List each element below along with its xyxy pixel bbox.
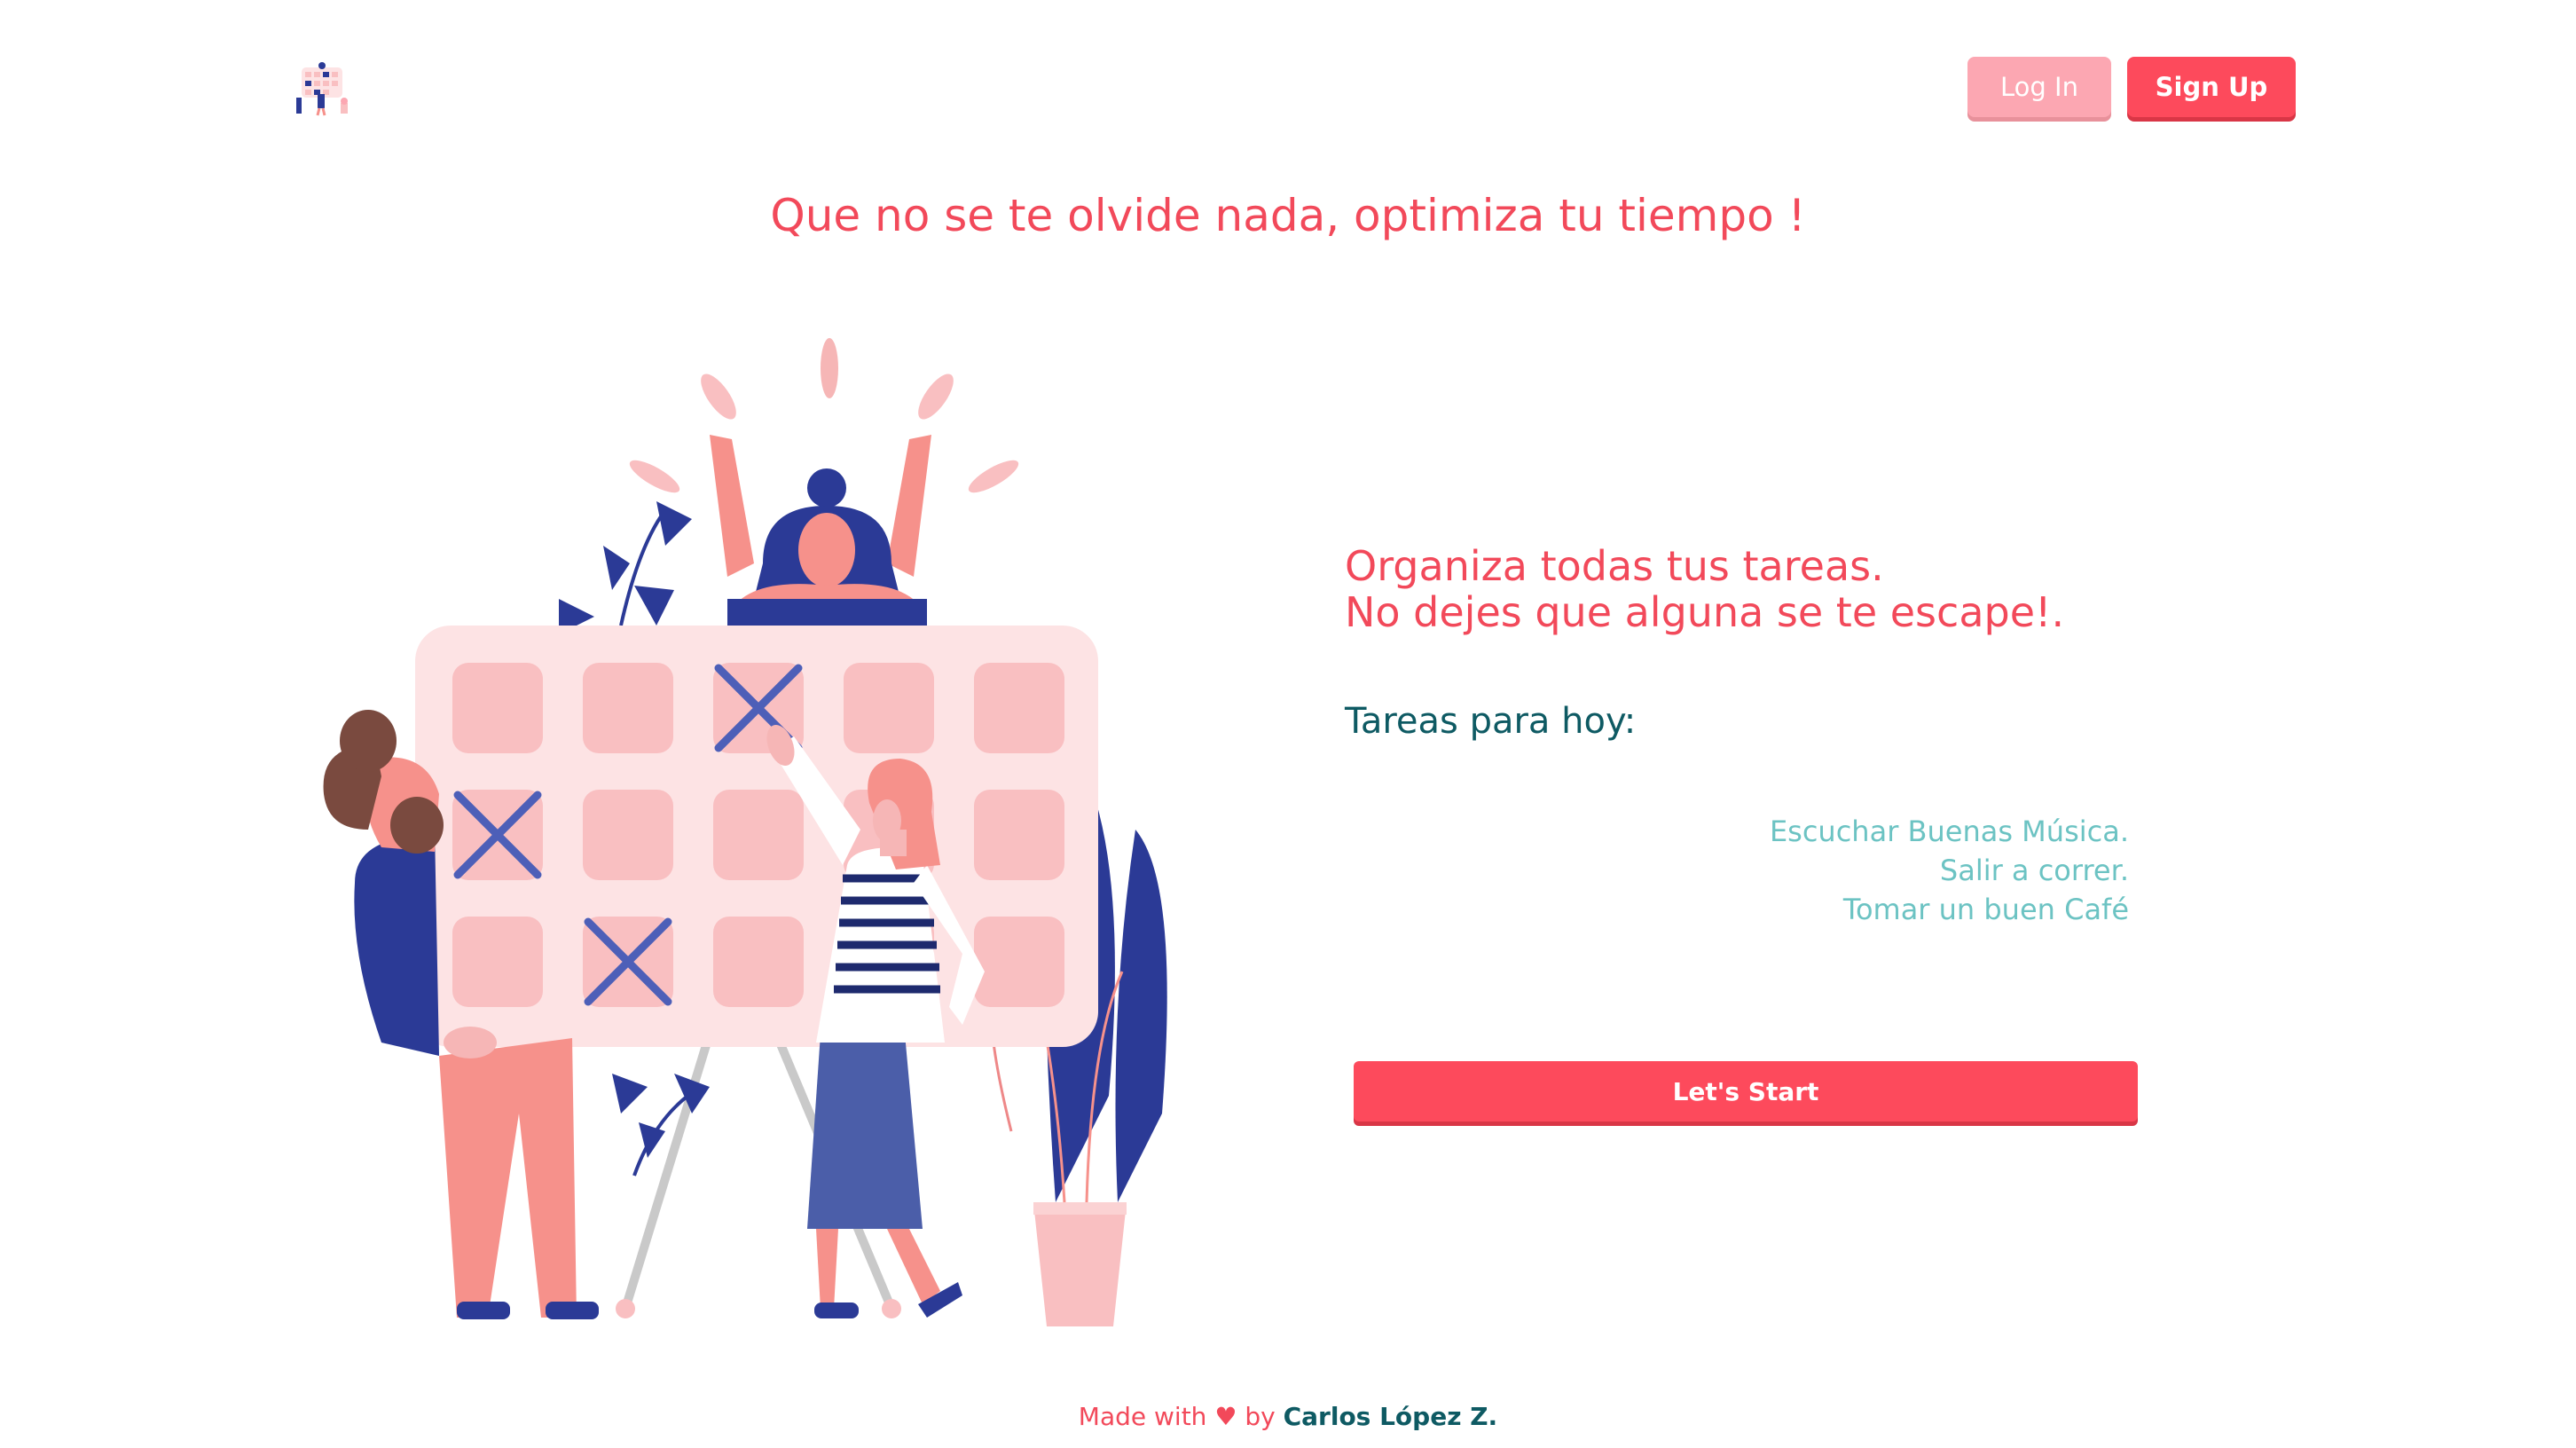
heart-icon: ♥ bbox=[1214, 1402, 1237, 1431]
list-item: Salir a correr. bbox=[1939, 854, 2129, 887]
signup-button[interactable]: Sign Up bbox=[2127, 57, 2296, 117]
subtitle-line-1: Organiza todas tus tareas. bbox=[1345, 542, 1884, 590]
list-item: Escuchar Buenas Música. bbox=[1769, 814, 2129, 848]
footer-made-with: Made with bbox=[1078, 1402, 1207, 1431]
task-list: Escuchar Buenas Música. Salir a correr. … bbox=[1597, 812, 2129, 929]
list-item: Tomar un buen Café bbox=[1842, 893, 2129, 926]
subtitle: Organiza todas tus tareas. No dejes que … bbox=[1345, 543, 2232, 635]
footer: Made with ♥ by Carlos López Z. bbox=[0, 1402, 2576, 1431]
landing-page: Log In Sign Up Que no se te olvide nada,… bbox=[0, 0, 2576, 1448]
tasks-heading: Tareas para hoy: bbox=[1345, 701, 1637, 742]
calendar-logo-icon[interactable] bbox=[293, 62, 351, 117]
woman-raised-arms-icon bbox=[710, 435, 931, 626]
login-button[interactable]: Log In bbox=[1967, 57, 2111, 117]
footer-by: by bbox=[1245, 1402, 1276, 1431]
author-link[interactable]: Carlos López Z. bbox=[1284, 1402, 1498, 1431]
plant-lower-icon bbox=[612, 1074, 710, 1176]
subtitle-line-2: No dejes que alguna se te escape!. bbox=[1345, 588, 2065, 636]
lets-start-button[interactable]: Let's Start bbox=[1354, 1061, 2138, 1121]
people-calendar-illustration bbox=[323, 338, 1167, 1326]
page-headline: Que no se te olvide nada, optimiza tu ti… bbox=[770, 190, 1806, 241]
plant-left-icon bbox=[559, 501, 692, 634]
